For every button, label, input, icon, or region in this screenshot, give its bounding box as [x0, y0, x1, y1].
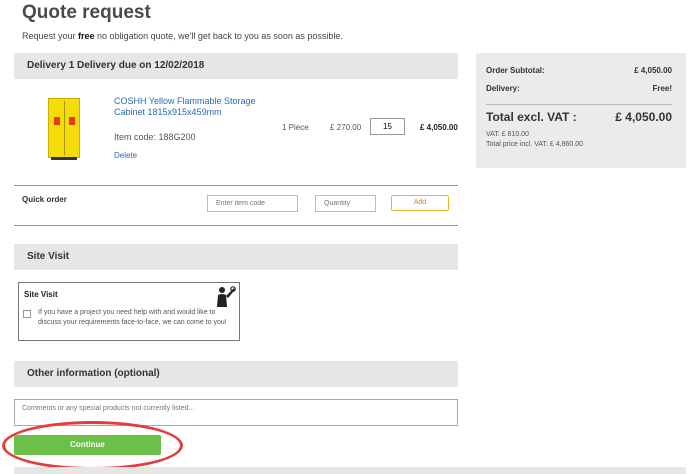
total-value: £ 4,050.00	[615, 110, 672, 124]
total-label: Total excl. VAT :	[486, 110, 577, 124]
delivery-value: Free!	[652, 84, 672, 93]
site-visit-text: If you have a project you need help with…	[38, 309, 227, 326]
add-button[interactable]: Add	[391, 195, 449, 211]
page-intro: Request your free no obligation quote, w…	[22, 31, 343, 41]
product-unit: 1 Piece	[282, 123, 309, 132]
quick-order-label: Quick order	[22, 195, 67, 204]
item-code-input[interactable]	[207, 195, 298, 212]
worker-icon	[217, 286, 236, 307]
delivery-header: Delivery 1 Delivery due on 12/02/2018	[14, 53, 458, 79]
continue-button[interactable]: Continue	[14, 435, 161, 455]
site-visit-checkbox[interactable]	[23, 310, 31, 318]
page-title: Quote request	[22, 2, 151, 23]
line-total: £ 4,050.00	[420, 123, 458, 132]
subtotal-label: Order Subtotal:	[486, 66, 545, 75]
intro-text-end: no obligation quote, we'll get back to y…	[94, 31, 343, 41]
footer-strip	[14, 467, 686, 474]
site-visit-header: Site Visit	[14, 244, 458, 270]
product-image[interactable]	[48, 98, 80, 160]
divider	[14, 225, 458, 226]
intro-text-start: Request your	[22, 31, 79, 41]
delete-link[interactable]: Delete	[114, 151, 137, 160]
total-incl-vat-line: Total price incl. VAT: £ 4,860.00	[486, 141, 584, 148]
intro-text-bold: free	[78, 31, 95, 41]
quantity-input[interactable]	[370, 118, 405, 135]
other-info-header: Other information (optional)	[14, 361, 458, 387]
site-visit-title: Site Visit	[24, 290, 58, 299]
subtotal-value: £ 4,050.00	[634, 66, 672, 75]
product-name-link[interactable]: COSHH Yellow Flammable Storage Cabinet 1…	[114, 96, 264, 118]
delivery-label: Delivery:	[486, 84, 520, 93]
comments-textarea[interactable]	[14, 399, 458, 426]
product-item-code: Item code: 188G200	[114, 132, 196, 142]
quick-quantity-input[interactable]	[315, 195, 376, 212]
vat-line: VAT: £ 810.00	[486, 131, 529, 138]
product-price: £ 270.00	[330, 123, 362, 132]
order-summary: Order Subtotal: £ 4,050.00 Delivery: Fre…	[476, 53, 686, 168]
summary-divider	[486, 104, 672, 105]
divider	[14, 185, 458, 186]
